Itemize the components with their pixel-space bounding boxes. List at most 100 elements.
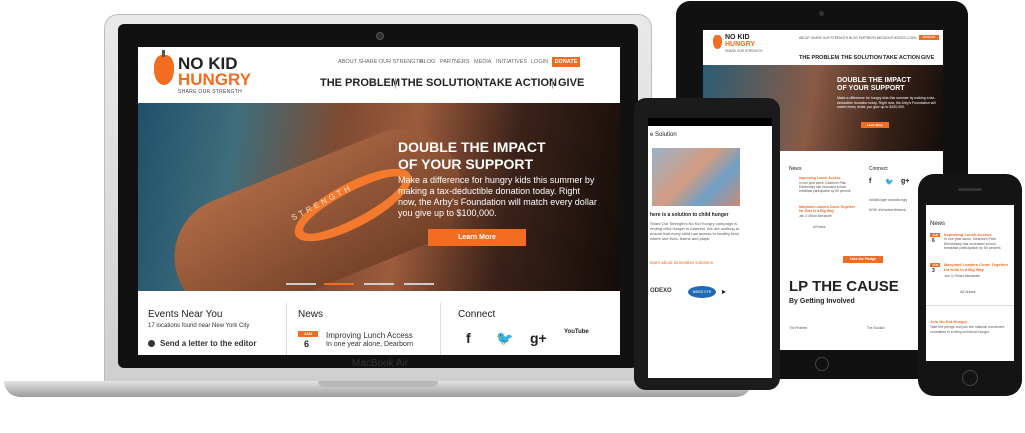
events-link[interactable]: Send a letter to the editor [160, 339, 256, 348]
column-divider [286, 303, 287, 355]
hero-title-line1: DOUBLE THE IMPACT [398, 139, 546, 155]
util-nav[interactable]: ABOUT SHARE OUR STRENGTH BLOG PARTNERS M… [799, 36, 916, 40]
apple-logo-icon[interactable] [713, 35, 722, 49]
partner-logo-sodexo[interactable]: ODEXO [650, 288, 672, 294]
carousel-dot-active[interactable] [324, 283, 354, 285]
news-headline[interactable]: Improving Lunch Access [326, 331, 413, 340]
google-plus-icon[interactable]: g+ [530, 330, 547, 346]
phone-screen: News JAN 6 Improving Lunch Access In one… [926, 205, 1014, 361]
donate-button[interactable]: DONATE [919, 35, 939, 40]
footer-label-solution[interactable]: The Solution [867, 326, 885, 330]
nav-take-action[interactable]: TAKE ACTION [883, 55, 920, 61]
logo-text-line1[interactable]: NO KID [725, 34, 750, 41]
tablet-small-screen: e Solution here is a solution to child h… [648, 126, 772, 378]
util-nav-login[interactable]: LOGIN [531, 59, 548, 65]
news-item2-title[interactable]: Maryland Leaders Come Together for Kids … [944, 262, 1010, 272]
donate-button[interactable]: DONATE [552, 57, 580, 67]
carousel-dot[interactable] [286, 283, 316, 285]
google-plus-icon[interactable]: g+ [901, 178, 909, 185]
youtube-icon[interactable]: YouTube [564, 329, 589, 336]
util-nav-initiatives[interactable]: INITIATIVES [496, 59, 527, 65]
news-snippet: In one year alone, Dearborn [326, 341, 414, 348]
news-item1-title[interactable]: Improving Lunch Access [799, 176, 841, 180]
tablet-home-button[interactable] [815, 357, 829, 371]
all-news-link[interactable]: All News [813, 225, 825, 229]
hero-title: DOUBLE THE IMPACT OF YOUR SUPPORT [837, 77, 911, 93]
all-news-link[interactable]: All News [960, 289, 976, 294]
child-photo-image [652, 148, 740, 206]
connect-heading: Connect [458, 309, 496, 320]
hero-title: DOUBLE THE IMPACT OF YOUR SUPPORT [398, 139, 598, 173]
nav-the-problem[interactable]: THE PROBLEM [799, 55, 839, 61]
innovative-solutions-link[interactable]: learn about innovative solutions [650, 260, 713, 265]
divider [926, 305, 1014, 306]
take-the-pledge-button[interactable]: Take the Pledge [843, 256, 883, 263]
section-title: e Solution [650, 132, 677, 138]
util-nav-about[interactable]: ABOUT SHARE OUR STRENGTH [338, 59, 423, 65]
news-month-badge: JAN [298, 331, 318, 337]
hero-body: Make a difference for hungry kids this s… [837, 96, 936, 109]
phone-home-button[interactable] [962, 370, 978, 386]
learn-more-button[interactable]: Learn More [861, 122, 889, 128]
partner-logo-birds-eye[interactable]: BIRDS EYE [688, 286, 716, 298]
hero-title-line2: OF YOUR SUPPORT [398, 156, 534, 172]
news-item2-title[interactable]: Maryland Leaders Come Together for Kids … [799, 205, 859, 213]
learn-more-button[interactable]: Learn More [428, 229, 526, 246]
logo-text-line2[interactable]: HUNGRY [725, 41, 755, 48]
nav-the-solution[interactable]: THE SOLUTION [401, 77, 483, 89]
util-nav-partners[interactable]: PARTNERS [440, 59, 469, 65]
laptop-notch [318, 381, 438, 387]
laptop-brand-label: MacBook Air [351, 358, 409, 369]
twitter-icon[interactable]: 🐦 [885, 178, 894, 186]
news-day: 6 [304, 339, 310, 349]
footer-label-problem[interactable]: The Problem [789, 326, 807, 330]
nav-give[interactable]: GIVE [558, 77, 584, 89]
news-item1-text: In one year alone, Dearborn Park Element… [799, 181, 852, 193]
carousel-dot[interactable] [404, 283, 434, 285]
join-title[interactable]: Join No Kid Hungry [930, 319, 967, 324]
logo-text-line2[interactable]: HUNGRY [178, 71, 251, 88]
apple-logo-icon[interactable] [154, 55, 174, 85]
carousel-dot[interactable] [364, 283, 394, 285]
status-bar [648, 118, 772, 126]
nav-the-solution[interactable]: THE SOLUTION [841, 55, 882, 61]
facebook-icon[interactable]: f [466, 330, 471, 346]
twitter-icon[interactable]: 🐦 [496, 330, 513, 347]
cta-title: LP THE CAUSE [789, 278, 899, 295]
connect-tweet: NOW: #VolunteerNetwork... [869, 208, 909, 212]
solution-body: Share Our Strength's No Kid Hungry campa… [650, 221, 740, 241]
laptop-camera-icon [376, 32, 384, 40]
chevron-right-icon[interactable]: ▸ [722, 287, 726, 296]
hero-title-line1: DOUBLE THE IMPACT [837, 77, 911, 84]
news-item2-text: Jan 3 | Brian Alexander [944, 274, 981, 278]
cta-subtitle: By Getting Involved [789, 298, 855, 305]
apple-stem-icon [162, 50, 165, 57]
logo-tagline: SHARE OUR STRENGTH [178, 89, 243, 95]
solution-caption: here is a solution to child hunger [650, 212, 729, 218]
util-nav-media[interactable]: MEDIA [474, 59, 491, 65]
news-day: 3 [932, 268, 935, 274]
events-count: 17 locations found near New York City [148, 323, 250, 329]
news-day: 6 [932, 238, 935, 244]
news-heading: News [298, 309, 324, 320]
news-heading: News [789, 166, 802, 172]
util-nav-blog[interactable]: BLOG [420, 59, 435, 65]
connect-link[interactable]: #childhunger #nokidhungry [869, 198, 907, 202]
hero-banner: STRENGTH DOUBLE THE IMPACT OF YOUR SUPPO… [138, 103, 620, 291]
nav-the-problem[interactable]: THE PROBLEM [320, 77, 400, 89]
news-item1-text: In one year alone, Dearborn Park Element… [944, 237, 1002, 250]
nav-give[interactable]: GIVE [921, 55, 934, 61]
phone-speaker [958, 188, 982, 191]
column-divider [440, 303, 441, 355]
connect-heading: Connect [869, 166, 888, 172]
news-heading: News [930, 221, 946, 227]
nav-separator: | [394, 77, 397, 89]
nav-separator: | [551, 77, 554, 89]
hero-title-line2: OF YOUR SUPPORT [837, 85, 905, 92]
news-item2-text: Jan 3 | Brian Alexander [799, 214, 832, 218]
events-heading: Events Near You [148, 309, 223, 320]
news-month-badge: JAN [930, 263, 940, 267]
nav-take-action[interactable]: TAKE ACTION [483, 77, 557, 89]
laptop-screen: NO KID HUNGRY SHARE OUR STRENGTH ABOUT S… [138, 47, 620, 355]
facebook-icon[interactable]: f [869, 178, 871, 185]
